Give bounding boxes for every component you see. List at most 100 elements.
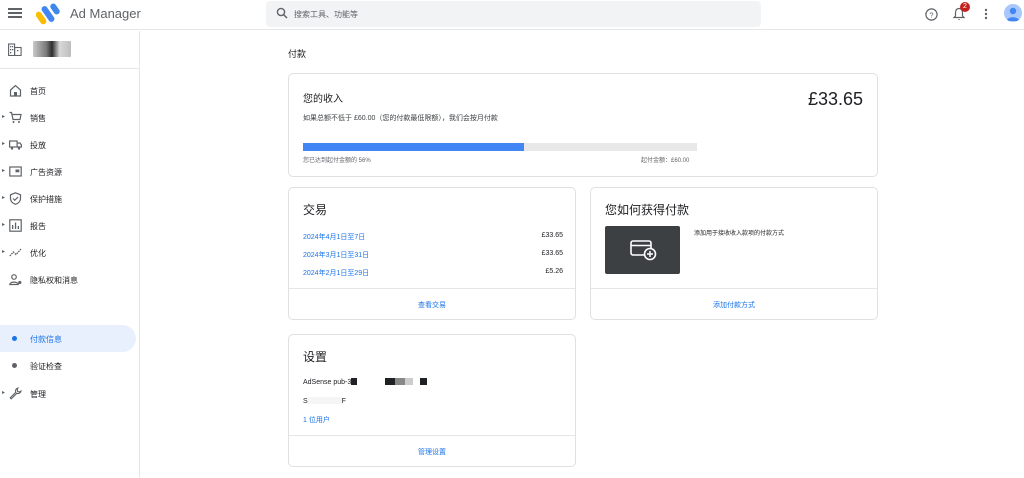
progress-label: 您已达到起付金额的 56%: [303, 158, 371, 164]
home-icon: [9, 84, 22, 97]
avatar[interactable]: [1004, 4, 1022, 22]
transactions-title: 交易: [303, 203, 328, 217]
sidebar-item-label: 管理: [30, 390, 46, 399]
shield-icon: [9, 192, 22, 205]
trend-icon: [9, 248, 22, 257]
sidebar-item-delivery[interactable]: ▸ 投放: [0, 132, 140, 158]
help-icon[interactable]: ?: [925, 8, 938, 21]
add-payment-method-link[interactable]: 添加付款方式: [591, 300, 877, 310]
transactions-card: 交易 2024年4月1日至7日 £33.65 2024年3月1日至31日 £33…: [288, 187, 576, 320]
expand-arrow-icon[interactable]: ▸: [2, 140, 5, 147]
transaction-period-link[interactable]: 2024年3月1日至31日: [303, 250, 369, 260]
divider: [289, 288, 575, 289]
manage-settings-link[interactable]: 管理设置: [289, 447, 575, 457]
bullet-dot: [12, 336, 17, 341]
users-link[interactable]: 1 位用户: [303, 415, 330, 425]
avatar-person-icon: [1006, 7, 1020, 21]
network-name-redacted: [33, 41, 71, 57]
how-paid-text: 添加用于接收收入款项的付款方式: [694, 231, 785, 237]
sidebar-item-admin[interactable]: ▸ 管理: [0, 381, 140, 407]
expand-arrow-icon[interactable]: ▸: [2, 194, 5, 201]
sidebar: 首页 ▸ 销售 ▸ 投放 ▸ 广告资源 ▸ 保护措施 ▸ 报告 ▸ 优化 隐私权…: [0, 31, 140, 478]
sidebar-item-protections[interactable]: ▸ 保护措施: [0, 186, 140, 212]
progress-fill: [303, 143, 524, 151]
cart-icon: [9, 111, 22, 123]
expand-arrow-icon[interactable]: ▸: [2, 167, 5, 174]
table-row: 2024年3月1日至31日 £33.65: [303, 250, 563, 262]
wrench-icon: [9, 387, 22, 400]
transaction-amount: £5.26: [545, 268, 563, 275]
sidebar-item-label: 付款信息: [30, 335, 62, 344]
account-name: SF: [303, 397, 346, 405]
sidebar-item-reports[interactable]: ▸ 报告: [0, 213, 140, 239]
expand-arrow-icon[interactable]: ▸: [2, 113, 5, 120]
expand-arrow-icon[interactable]: ▸: [2, 389, 5, 396]
redaction: [357, 378, 386, 385]
search-input[interactable]: 搜索工具、功能等: [294, 9, 358, 20]
earnings-amount: £33.65: [807, 89, 863, 109]
page-title: 付款: [288, 49, 307, 59]
report-icon: [9, 219, 22, 232]
view-transactions-link[interactable]: 查看交易: [289, 300, 575, 310]
sidebar-item-label: 首页: [30, 87, 46, 96]
publisher-id: AdSense pub-3: [303, 378, 428, 386]
svg-text:?: ?: [929, 10, 933, 19]
sidebar-item-label: 广告资源: [30, 168, 62, 177]
sidebar-item-home[interactable]: 首页: [0, 78, 140, 104]
sidebar-item-label: 隐私权和消息: [30, 276, 78, 285]
search-bar[interactable]: 搜索工具、功能等: [266, 1, 761, 27]
expand-arrow-icon[interactable]: ▸: [2, 221, 5, 228]
search-icon: [276, 7, 288, 19]
privacy-icon: [9, 274, 22, 286]
redaction: [395, 378, 406, 385]
earnings-description: 如果总额不低于 £60.00（您的付款最低限额），我们会按月付款: [303, 115, 498, 122]
transaction-period-link[interactable]: 2024年4月1日至7日: [303, 232, 365, 242]
app-title: Ad Manager: [70, 6, 141, 21]
publisher-id-text: AdSense pub-3: [303, 379, 352, 386]
table-row: 2024年4月1日至7日 £33.65: [303, 232, 563, 244]
sidebar-item-label: 验证检查: [30, 362, 62, 371]
divider: [591, 288, 877, 289]
network-switcher[interactable]: [0, 31, 140, 69]
threshold-progress-bar: [303, 143, 697, 151]
sidebar-item-inventory[interactable]: ▸ 广告资源: [0, 159, 140, 185]
redaction: [413, 378, 421, 385]
redaction: [420, 378, 428, 385]
how-you-get-paid-card: 您如何获得付款 添加用于接收收入款项的付款方式 添加付款方式: [590, 187, 878, 320]
sidebar-item-optimization[interactable]: ▸ 优化: [0, 240, 140, 266]
sidebar-item-label: 销售: [30, 114, 46, 123]
sidebar-item-verification[interactable]: 验证检查: [0, 352, 136, 379]
add-card-icon: [630, 240, 657, 261]
sidebar-item-label: 优化: [30, 249, 46, 258]
settings-card: 设置 AdSense pub-3 SF 1 位用户 管理设置: [288, 334, 576, 467]
redaction: [385, 378, 396, 385]
menu-icon[interactable]: [8, 6, 22, 20]
sidebar-item-label: 投放: [30, 141, 46, 150]
account-name-end: F: [341, 398, 346, 405]
table-row: 2024年2月1日至29日 £5.26: [303, 268, 563, 280]
top-app-bar: Ad Manager 搜索工具、功能等 ? 2: [0, 0, 1024, 30]
transaction-amount: £33.65: [541, 232, 563, 239]
transaction-amount: £33.65: [541, 250, 563, 257]
sidebar-item-label: 保护措施: [30, 195, 62, 204]
sidebar-item-privacy-messaging[interactable]: 隐私权和消息: [0, 267, 140, 293]
earnings-card: 您的收入 如果总额不低于 £60.00（您的付款最低限额），我们会按月付款 £3…: [288, 73, 878, 177]
sidebar-item-label: 报告: [30, 222, 46, 231]
notification-badge: 2: [960, 2, 970, 12]
sidebar-item-sales[interactable]: ▸ 销售: [0, 105, 140, 131]
divider: [289, 435, 575, 436]
inventory-icon: [9, 166, 22, 177]
redaction: [405, 378, 414, 385]
building-icon: [8, 43, 22, 56]
expand-arrow-icon[interactable]: ▸: [2, 248, 5, 255]
sidebar-item-payment-info[interactable]: 付款信息: [0, 325, 136, 352]
threshold-label: 起付金额：£60.00: [641, 158, 690, 164]
transaction-period-link[interactable]: 2024年2月1日至29日: [303, 268, 369, 278]
earnings-title: 您的收入: [303, 94, 343, 105]
ad-manager-logo[interactable]: [36, 3, 60, 25]
bullet-dot: [12, 363, 17, 368]
redaction: [307, 397, 342, 404]
payment-method-illustration: [605, 226, 680, 274]
more-vert-icon[interactable]: [984, 8, 988, 20]
settings-title: 设置: [303, 350, 328, 364]
